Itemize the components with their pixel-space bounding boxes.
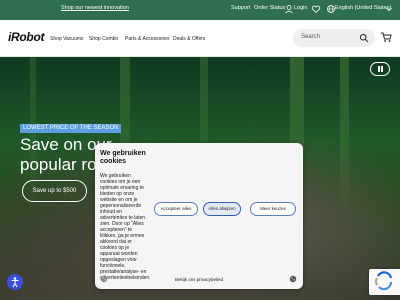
nav-deals-offers[interactable]: Deals & Offers xyxy=(173,36,205,42)
support-link[interactable]: Support xyxy=(231,5,250,11)
cart-icon[interactable] xyxy=(380,31,392,43)
search-input[interactable]: Search xyxy=(293,29,375,47)
sale-badge: LOWEST PRICE OF THE SEASON xyxy=(20,124,122,133)
privacy-policy-link[interactable]: Bekijk ons privacybeleid xyxy=(175,277,223,282)
cookie-icon xyxy=(100,275,108,283)
accessibility-icon xyxy=(11,277,19,288)
recaptcha-badge[interactable] xyxy=(369,269,400,295)
site-header: iRobot Shop Vacuums Shop Combo Parts & A… xyxy=(0,20,400,57)
cookie-title: We gebruiken cookies xyxy=(100,150,146,165)
cookie-consent-panel: We gebruiken cookies We gebruiken cookie… xyxy=(95,143,303,289)
top-utility-bar: Shop our newest innovation Support Order… xyxy=(0,0,400,20)
irobot-logo[interactable]: iRobot xyxy=(8,30,44,44)
nav-parts-accessories[interactable]: Parts & Accessories xyxy=(125,36,169,42)
chevron-down-icon[interactable] xyxy=(384,4,394,14)
accessibility-button[interactable] xyxy=(7,274,23,290)
cookie-settings-icon[interactable] xyxy=(289,275,297,283)
search-placeholder: Search xyxy=(301,34,321,40)
heart-icon[interactable] xyxy=(311,4,321,14)
search-icon[interactable] xyxy=(359,33,369,43)
order-status-link[interactable]: Order Status xyxy=(254,5,285,11)
user-icon xyxy=(285,5,293,14)
more-choices-button[interactable]: Meer keuzes xyxy=(250,202,296,216)
hero-light-stripe xyxy=(340,57,349,217)
save-cta-button[interactable]: Save up to $500 xyxy=(22,180,87,202)
pause-button[interactable] xyxy=(370,62,390,76)
language-selector[interactable]: English (United States) xyxy=(335,5,391,11)
nav-shop-vacuums[interactable]: Shop Vacuums xyxy=(50,36,84,42)
reject-all-button[interactable]: Alles afwijzen xyxy=(203,202,241,216)
promo-link[interactable]: Shop our newest innovation xyxy=(61,5,129,11)
login-link[interactable]: Login xyxy=(294,5,307,11)
accept-all-button[interactable]: Accepteer alles xyxy=(154,202,198,216)
recaptcha-icon xyxy=(374,271,393,291)
nav-shop-combo[interactable]: Shop Combo xyxy=(89,36,118,42)
cookie-body-text: We gebruiken cookies om je een optimale … xyxy=(100,173,151,281)
